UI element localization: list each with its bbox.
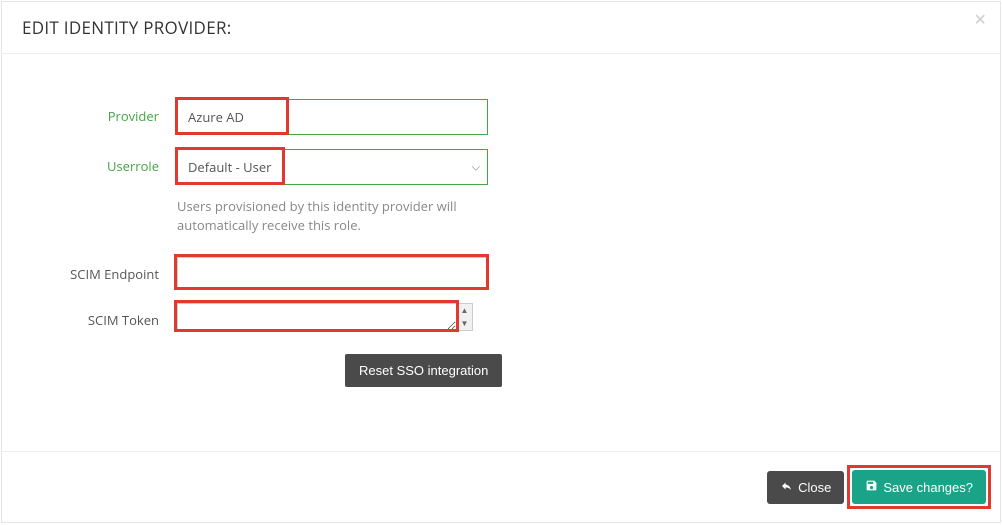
save-button-label: Save changes? xyxy=(883,480,973,495)
edit-identity-provider-modal: EDIT IDENTITY PROVIDER: × Provider Userr… xyxy=(1,1,1001,523)
scim-token-stepper[interactable]: ▲▼ xyxy=(457,303,473,331)
label-provider: Provider xyxy=(62,99,177,125)
stepper-down-icon[interactable]: ▼ xyxy=(457,317,472,330)
reply-icon xyxy=(780,480,793,495)
close-button-label: Close xyxy=(798,480,831,495)
modal-body: Provider Userrole Default - User ⌵ xyxy=(2,54,1000,451)
row-scim-endpoint: SCIM Endpoint xyxy=(62,257,940,289)
modal-footer: Close Save changes? xyxy=(2,451,1000,522)
row-scim-token: SCIM Token ▲▼ xyxy=(62,303,940,336)
close-icon[interactable]: × xyxy=(974,10,986,30)
save-button[interactable]: Save changes? xyxy=(852,470,986,504)
row-userrole: Userrole Default - User ⌵ xyxy=(62,149,940,185)
userrole-select[interactable]: Default - User xyxy=(177,149,488,185)
save-icon xyxy=(865,479,878,495)
modal-title: EDIT IDENTITY PROVIDER: xyxy=(22,16,980,39)
stepper-up-icon[interactable]: ▲ xyxy=(457,304,472,317)
row-provider: Provider xyxy=(62,99,940,135)
label-scim-endpoint: SCIM Endpoint xyxy=(62,257,177,283)
scim-endpoint-input[interactable] xyxy=(177,257,488,289)
close-button[interactable]: Close xyxy=(767,471,844,504)
provider-input[interactable] xyxy=(177,99,488,135)
label-userrole: Userrole xyxy=(62,149,177,175)
modal-header: EDIT IDENTITY PROVIDER: × xyxy=(2,2,1000,54)
row-userrole-help: Users provisioned by this identity provi… xyxy=(62,195,940,235)
label-scim-token: SCIM Token xyxy=(62,303,177,329)
scim-token-input[interactable] xyxy=(177,303,457,331)
userrole-help-text: Users provisioned by this identity provi… xyxy=(177,195,488,235)
reset-sso-button[interactable]: Reset SSO integration xyxy=(345,354,502,387)
row-reset: Reset SSO integration xyxy=(62,354,940,387)
